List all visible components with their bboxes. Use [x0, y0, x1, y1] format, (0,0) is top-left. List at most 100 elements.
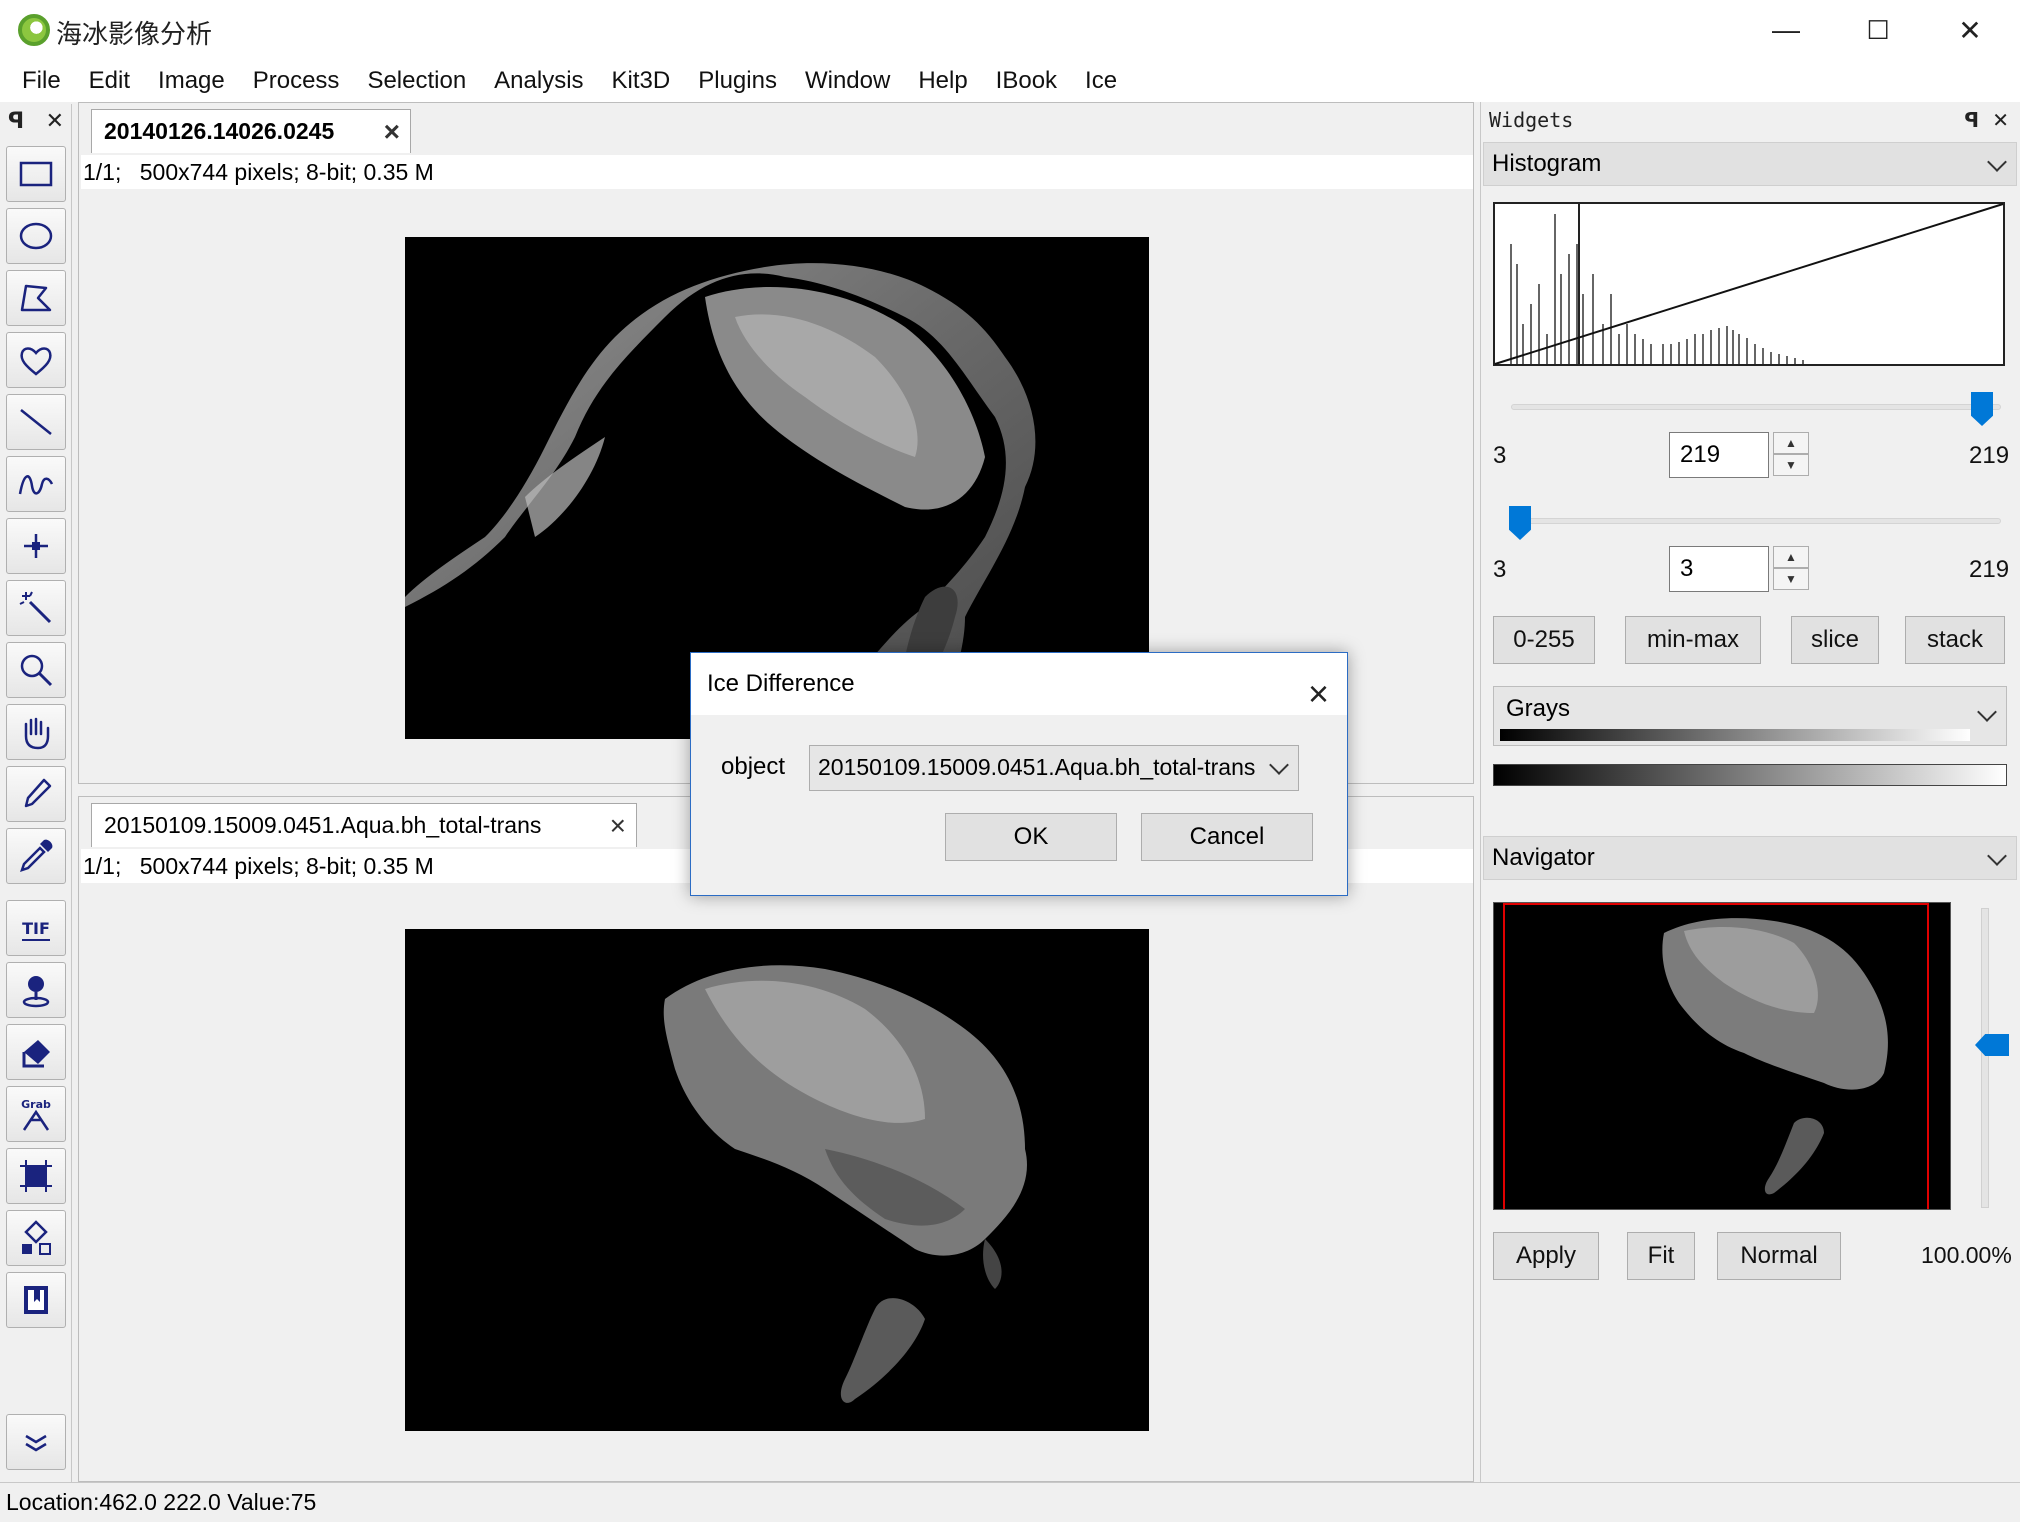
shapes-tool[interactable] — [6, 1210, 66, 1266]
menu-plugins[interactable]: Plugins — [684, 67, 791, 95]
wand-tool[interactable] — [6, 580, 66, 636]
dropper-tool[interactable] — [6, 828, 66, 884]
image-info-bar: 1/1; 500x744 pixels; 8-bit; 0.35 M — [81, 155, 1473, 189]
min-slider-track[interactable] — [1511, 518, 2001, 524]
menu-ibook[interactable]: IBook — [982, 67, 1071, 95]
menu-image[interactable]: Image — [144, 67, 239, 95]
sea-ice-image-2[interactable] — [405, 929, 1149, 1431]
tab-close-icon[interactable]: × — [610, 810, 626, 842]
crop-icon — [20, 1160, 52, 1192]
normal-button[interactable]: Normal — [1717, 1232, 1841, 1280]
polygon-tool[interactable] — [6, 270, 66, 326]
document-tab-2[interactable]: 20150109.15009.0451.Aqua.bh_total-trans … — [91, 803, 637, 847]
range-0-255-button[interactable]: 0-255 — [1493, 616, 1595, 664]
more-tools-button[interactable] — [6, 1414, 66, 1470]
grab-icon: Grab — [21, 1098, 51, 1131]
window-title: 海冰影像分析 — [56, 20, 213, 50]
menu-process[interactable]: Process — [239, 67, 354, 95]
map-pin-tool[interactable] — [6, 962, 66, 1018]
object-select[interactable]: 20150109.15009.0451.Aqua.bh_total-trans — [809, 745, 1299, 791]
menu-kit3d[interactable]: Kit3D — [598, 67, 685, 95]
ok-button[interactable]: OK — [945, 813, 1117, 861]
cancel-button[interactable]: Cancel — [1141, 813, 1313, 861]
zoom-tool[interactable] — [6, 642, 66, 698]
bucket-tool[interactable] — [6, 1024, 66, 1080]
menu-analysis[interactable]: Analysis — [480, 67, 597, 95]
book-tool[interactable] — [6, 1272, 66, 1328]
widgets-close-icon[interactable]: ✕ — [1992, 108, 2009, 132]
app-logo-icon — [18, 14, 50, 46]
tab-close-icon[interactable]: × — [384, 116, 400, 148]
menu-ice[interactable]: Ice — [1071, 67, 1131, 95]
histogram-section-header[interactable]: Histogram — [1483, 142, 2017, 186]
document-pane-2: 20150109.15009.0451.Aqua.bh_total-trans … — [78, 796, 1474, 1482]
min-slider-thumb[interactable] — [1509, 506, 1531, 540]
decrement-arrow-icon[interactable]: ▼ — [1773, 454, 1809, 476]
menu-selection[interactable]: Selection — [353, 67, 480, 95]
dialog-title: Ice Difference — [707, 670, 855, 697]
object-select-value: 20150109.15009.0451.Aqua.bh_total-trans — [818, 754, 1256, 780]
close-button[interactable]: ✕ — [1924, 0, 2016, 60]
navigator-thumbnail — [1503, 903, 1929, 1209]
line-icon — [20, 409, 52, 435]
min-max-button[interactable]: min-max — [1625, 616, 1761, 664]
title-bar: 海冰影像分析 — ☐ ✕ — [0, 0, 2020, 60]
maximize-button[interactable]: ☐ — [1832, 0, 1924, 60]
decrement-arrow-icon[interactable]: ▼ — [1773, 568, 1809, 590]
navigator-zoom-track[interactable] — [1981, 908, 1989, 1208]
navigator-preview[interactable] — [1493, 902, 1951, 1210]
map-pin-icon — [22, 976, 50, 1008]
lut-select[interactable]: Grays — [1493, 686, 2007, 746]
zoom-icon — [20, 654, 53, 687]
lut-select-value: Grays — [1506, 695, 1571, 722]
crop-tool[interactable] — [6, 1148, 66, 1204]
max-slider-track[interactable] — [1511, 404, 2001, 410]
chevron-down-icon — [1987, 152, 2007, 172]
tif-tool[interactable]: TIF — [6, 900, 66, 956]
svg-text:TIF: TIF — [22, 919, 50, 938]
min-value-input[interactable]: 3 — [1669, 546, 1769, 592]
document-tab-2-title: 20150109.15009.0451.Aqua.bh_total-trans — [104, 812, 542, 838]
lut-gradient-bar — [1493, 764, 2007, 786]
menu-edit[interactable]: Edit — [75, 67, 144, 95]
slice-button[interactable]: slice — [1791, 616, 1879, 664]
curve-tool[interactable] — [6, 456, 66, 512]
min-value-stepper[interactable]: ▲ ▼ — [1773, 546, 1809, 592]
max-value-input[interactable]: 219 — [1669, 432, 1769, 478]
shapes-icon — [22, 1220, 51, 1255]
rectangle-tool[interactable] — [6, 146, 66, 202]
widgets-pin-icon[interactable]: ꟼ — [1964, 108, 1979, 132]
point-tool[interactable] — [6, 518, 66, 574]
max-slider-thumb[interactable] — [1971, 392, 1993, 426]
fit-button[interactable]: Fit — [1627, 1232, 1695, 1280]
max-value-stepper[interactable]: ▲ ▼ — [1773, 432, 1809, 478]
hand-icon — [24, 717, 50, 750]
pencil-tool[interactable] — [6, 766, 66, 822]
histogram-section-label: Histogram — [1492, 150, 1602, 177]
palette-close-icon[interactable]: ✕ — [46, 108, 64, 136]
apply-button[interactable]: Apply — [1493, 1232, 1599, 1280]
increment-arrow-icon[interactable]: ▲ — [1773, 432, 1809, 454]
menu-file[interactable]: File — [8, 67, 75, 95]
freehand-tool[interactable] — [6, 332, 66, 388]
increment-arrow-icon[interactable]: ▲ — [1773, 546, 1809, 568]
navigator-section-header[interactable]: Navigator — [1483, 836, 2017, 880]
grab-tool[interactable]: Grab — [6, 1086, 66, 1142]
menu-window[interactable]: Window — [791, 67, 904, 95]
pin-icon[interactable]: ꟼ — [8, 108, 24, 136]
stack-button[interactable]: stack — [1905, 616, 2005, 664]
image-details: 500x744 pixels; 8-bit; 0.35 M — [139, 853, 434, 879]
zoom-level: 100.00% — [1921, 1242, 2012, 1268]
minimize-button[interactable]: — — [1740, 0, 1832, 60]
hand-tool[interactable] — [6, 704, 66, 760]
tool-palette: ꟼ ✕ TIF Grab — [0, 104, 72, 1482]
max-range-high: 219 — [1969, 442, 2010, 469]
dialog-close-icon[interactable]: × — [1308, 663, 1329, 725]
menu-help[interactable]: Help — [904, 67, 981, 95]
oval-tool[interactable] — [6, 208, 66, 264]
line-tool[interactable] — [6, 394, 66, 450]
book-icon — [24, 1286, 48, 1314]
max-range-low: 3 — [1493, 442, 1507, 469]
document-tab-1[interactable]: 20140126.14026.0245 × — [91, 109, 411, 153]
image-index: 1/1; — [83, 159, 122, 185]
